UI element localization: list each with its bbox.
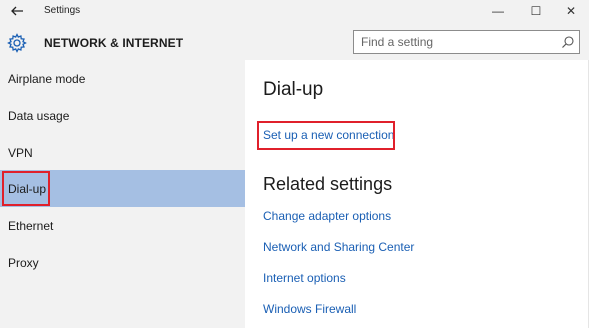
sidebar-item-label: Data usage: [8, 109, 70, 123]
sidebar-item-data-usage[interactable]: Data usage: [0, 97, 245, 134]
search-box[interactable]: [353, 30, 580, 54]
dial-up-highlight-box: [2, 171, 50, 206]
change-adapter-options-link[interactable]: Change adapter options: [263, 209, 391, 223]
maximize-button[interactable]: ☐: [518, 0, 554, 24]
sidebar-item-label: Proxy: [8, 256, 39, 270]
sidebar-item-ethernet[interactable]: Ethernet: [0, 207, 245, 244]
section-title: NETWORK & INTERNET: [44, 36, 184, 50]
settings-header: NETWORK & INTERNET: [0, 24, 589, 60]
setup-link-highlight-box: [257, 121, 395, 150]
close-button[interactable]: ✕: [553, 0, 589, 24]
internet-options-link[interactable]: Internet options: [263, 271, 346, 285]
page-title: Dial-up: [263, 79, 324, 100]
sidebar: Airplane mode Data usage VPN Dial-up Eth…: [0, 60, 245, 328]
sidebar-item-airplane-mode[interactable]: Airplane mode: [0, 60, 245, 97]
sidebar-item-vpn[interactable]: VPN: [0, 134, 245, 171]
windows-firewall-link[interactable]: Windows Firewall: [263, 302, 356, 316]
window-title: Settings: [44, 5, 81, 16]
sidebar-item-label: Airplane mode: [8, 72, 86, 86]
back-arrow-icon[interactable]: [9, 3, 25, 19]
sidebar-item-label: VPN: [8, 146, 33, 160]
minimize-button[interactable]: —: [480, 0, 516, 24]
search-icon[interactable]: [561, 35, 575, 49]
content-pane: Dial-up Set up a new connection Related …: [245, 60, 589, 328]
gear-icon: [7, 33, 27, 53]
related-settings-title: Related settings: [263, 174, 393, 194]
network-sharing-center-link[interactable]: Network and Sharing Center: [263, 240, 414, 254]
sidebar-item-label: Ethernet: [8, 219, 54, 233]
search-input[interactable]: [354, 31, 544, 53]
sidebar-item-proxy[interactable]: Proxy: [0, 244, 245, 281]
title-bar: Settings — ☐ ✕: [0, 0, 589, 24]
